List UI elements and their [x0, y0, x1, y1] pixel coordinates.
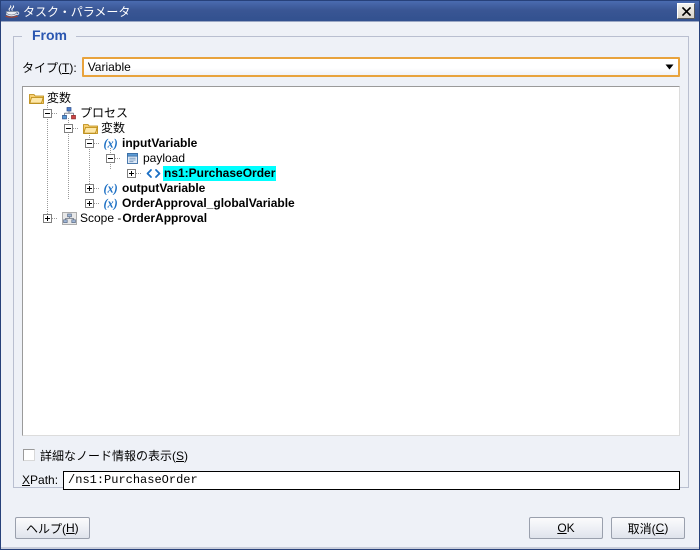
tree-toggle-expand[interactable] — [85, 184, 94, 193]
checkbox-box[interactable] — [23, 449, 35, 461]
svg-text:(x): (x) — [103, 197, 117, 210]
xml-element-icon — [145, 166, 161, 181]
tree-node-scope-order-approval[interactable]: Scope - OrderApproval — [23, 211, 679, 226]
document-icon — [124, 151, 140, 166]
variable-x-icon: (x) — [103, 181, 119, 196]
help-button-text: ヘルプ( — [26, 521, 66, 536]
variable-tree-panel[interactable]: 変数 プロセス 変数 (x) inputVariable payload ns1… — [22, 86, 680, 436]
tree-node-process[interactable]: プロセス — [23, 106, 679, 121]
tree-node-label: inputVariable — [122, 136, 198, 150]
tree-toggle-collapse[interactable] — [43, 109, 52, 118]
tree-node-label: プロセス — [80, 106, 129, 120]
ok-button[interactable]: OK — [529, 517, 603, 539]
xpath-input[interactable]: /ns1:PurchaseOrder — [63, 470, 680, 490]
type-row: タイプ(T): Variable — [22, 56, 680, 78]
process-icon — [61, 106, 77, 121]
type-combobox[interactable]: Variable — [81, 57, 680, 77]
xpath-label-suffix: Path: — [30, 473, 59, 487]
tree-node-input-variable[interactable]: (x) inputVariable — [23, 136, 679, 151]
tree-node-label-bold: OrderApproval — [122, 211, 208, 225]
title-bar[interactable]: タスク・パラメータ — [1, 1, 699, 21]
cancel-button-text: 取消( — [627, 521, 656, 536]
window-title: タスク・パラメータ — [23, 4, 131, 19]
tree-body: 変数 プロセス 変数 (x) inputVariable payload ns1… — [23, 87, 679, 226]
variable-x-icon: (x) — [103, 136, 119, 151]
cancel-button-suffix: ) — [664, 521, 669, 535]
close-icon[interactable] — [677, 3, 695, 19]
help-button[interactable]: ヘルプ(H) — [15, 517, 90, 539]
xpath-input-value: /ns1:PurchaseOrder — [68, 473, 198, 487]
dialog-client-area: From タイプ(T): Variable 変数 プロセス 変数 (x) inp… — [1, 21, 699, 507]
svg-text:(x): (x) — [103, 182, 117, 195]
xpath-label: XPath: — [22, 473, 58, 487]
show-detailed-node-info-checkbox[interactable]: 詳細なノード情報の表示(S) — [23, 447, 188, 463]
tree-node-ns1-purchaseorder[interactable]: ns1:PurchaseOrder — [23, 166, 679, 181]
bottom-edge — [1, 547, 699, 549]
checkbox-label-mnemonic: S — [176, 448, 185, 463]
variable-x-icon: (x) — [103, 196, 119, 211]
svg-text:(x): (x) — [103, 137, 117, 150]
tree-node-label: 変数 — [47, 91, 72, 105]
group-title: From — [28, 27, 71, 43]
from-group-box: From タイプ(T): Variable 変数 プロセス 変数 (x) inp… — [13, 27, 689, 490]
ok-button-suffix: K — [566, 521, 575, 535]
java-coffee-cup-icon — [4, 3, 20, 19]
xpath-row: XPath: /ns1:PurchaseOrder — [22, 470, 680, 490]
xpath-label-mnemonic: X — [22, 473, 31, 487]
chevron-down-icon[interactable] — [660, 59, 678, 75]
tree-node-variables-folder[interactable]: 変数 — [23, 121, 679, 136]
cancel-button-mnemonic: C — [655, 521, 665, 535]
task-parameter-dialog: タスク・パラメータ From タイプ(T): Variable 変数 プロセス … — [0, 0, 700, 550]
tree-node-order-approval-global-variable[interactable]: (x) OrderApproval_globalVariable — [23, 196, 679, 211]
type-label-suffix: ): — [69, 60, 77, 75]
ok-button-mnemonic: O — [557, 521, 567, 535]
checkbox-label-text: 詳細なノード情報の表示( — [40, 448, 176, 463]
tree-toggle-collapse[interactable] — [64, 124, 73, 133]
tree-toggle-collapse[interactable] — [85, 139, 94, 148]
button-bar: ヘルプ(H) OK 取消(C) — [1, 507, 699, 549]
tree-node-label: outputVariable — [122, 181, 206, 195]
tree-node-root[interactable]: 変数 — [23, 91, 679, 106]
folder-icon — [28, 91, 44, 106]
tree-node-output-variable[interactable]: (x) outputVariable — [23, 181, 679, 196]
type-combobox-value: Variable — [87, 60, 131, 74]
cancel-button[interactable]: 取消(C) — [611, 517, 685, 539]
tree-toggle-expand[interactable] — [85, 199, 94, 208]
tree-node-label-plain: Scope - — [80, 211, 122, 225]
scope-icon — [61, 211, 77, 226]
checkbox-label-suffix: ) — [184, 448, 189, 463]
tree-node-payload[interactable]: payload — [23, 151, 679, 166]
tree-node-label: ns1:PurchaseOrder — [163, 166, 277, 181]
help-button-mnemonic: H — [66, 521, 75, 535]
tree-node-label: OrderApproval_globalVariable — [122, 196, 295, 210]
tree-node-label: payload — [143, 151, 186, 165]
checkbox-label: 詳細なノード情報の表示(S) — [40, 447, 188, 464]
tree-toggle-expand[interactable] — [127, 169, 136, 178]
type-label-text: タイプ( — [22, 60, 62, 75]
help-button-suffix: ) — [74, 521, 79, 535]
folder-icon — [82, 121, 98, 136]
tree-toggle-collapse[interactable] — [106, 154, 115, 163]
type-label: タイプ(T): — [22, 59, 77, 76]
tree-toggle-expand[interactable] — [43, 214, 52, 223]
tree-node-label: 変数 — [101, 121, 126, 135]
